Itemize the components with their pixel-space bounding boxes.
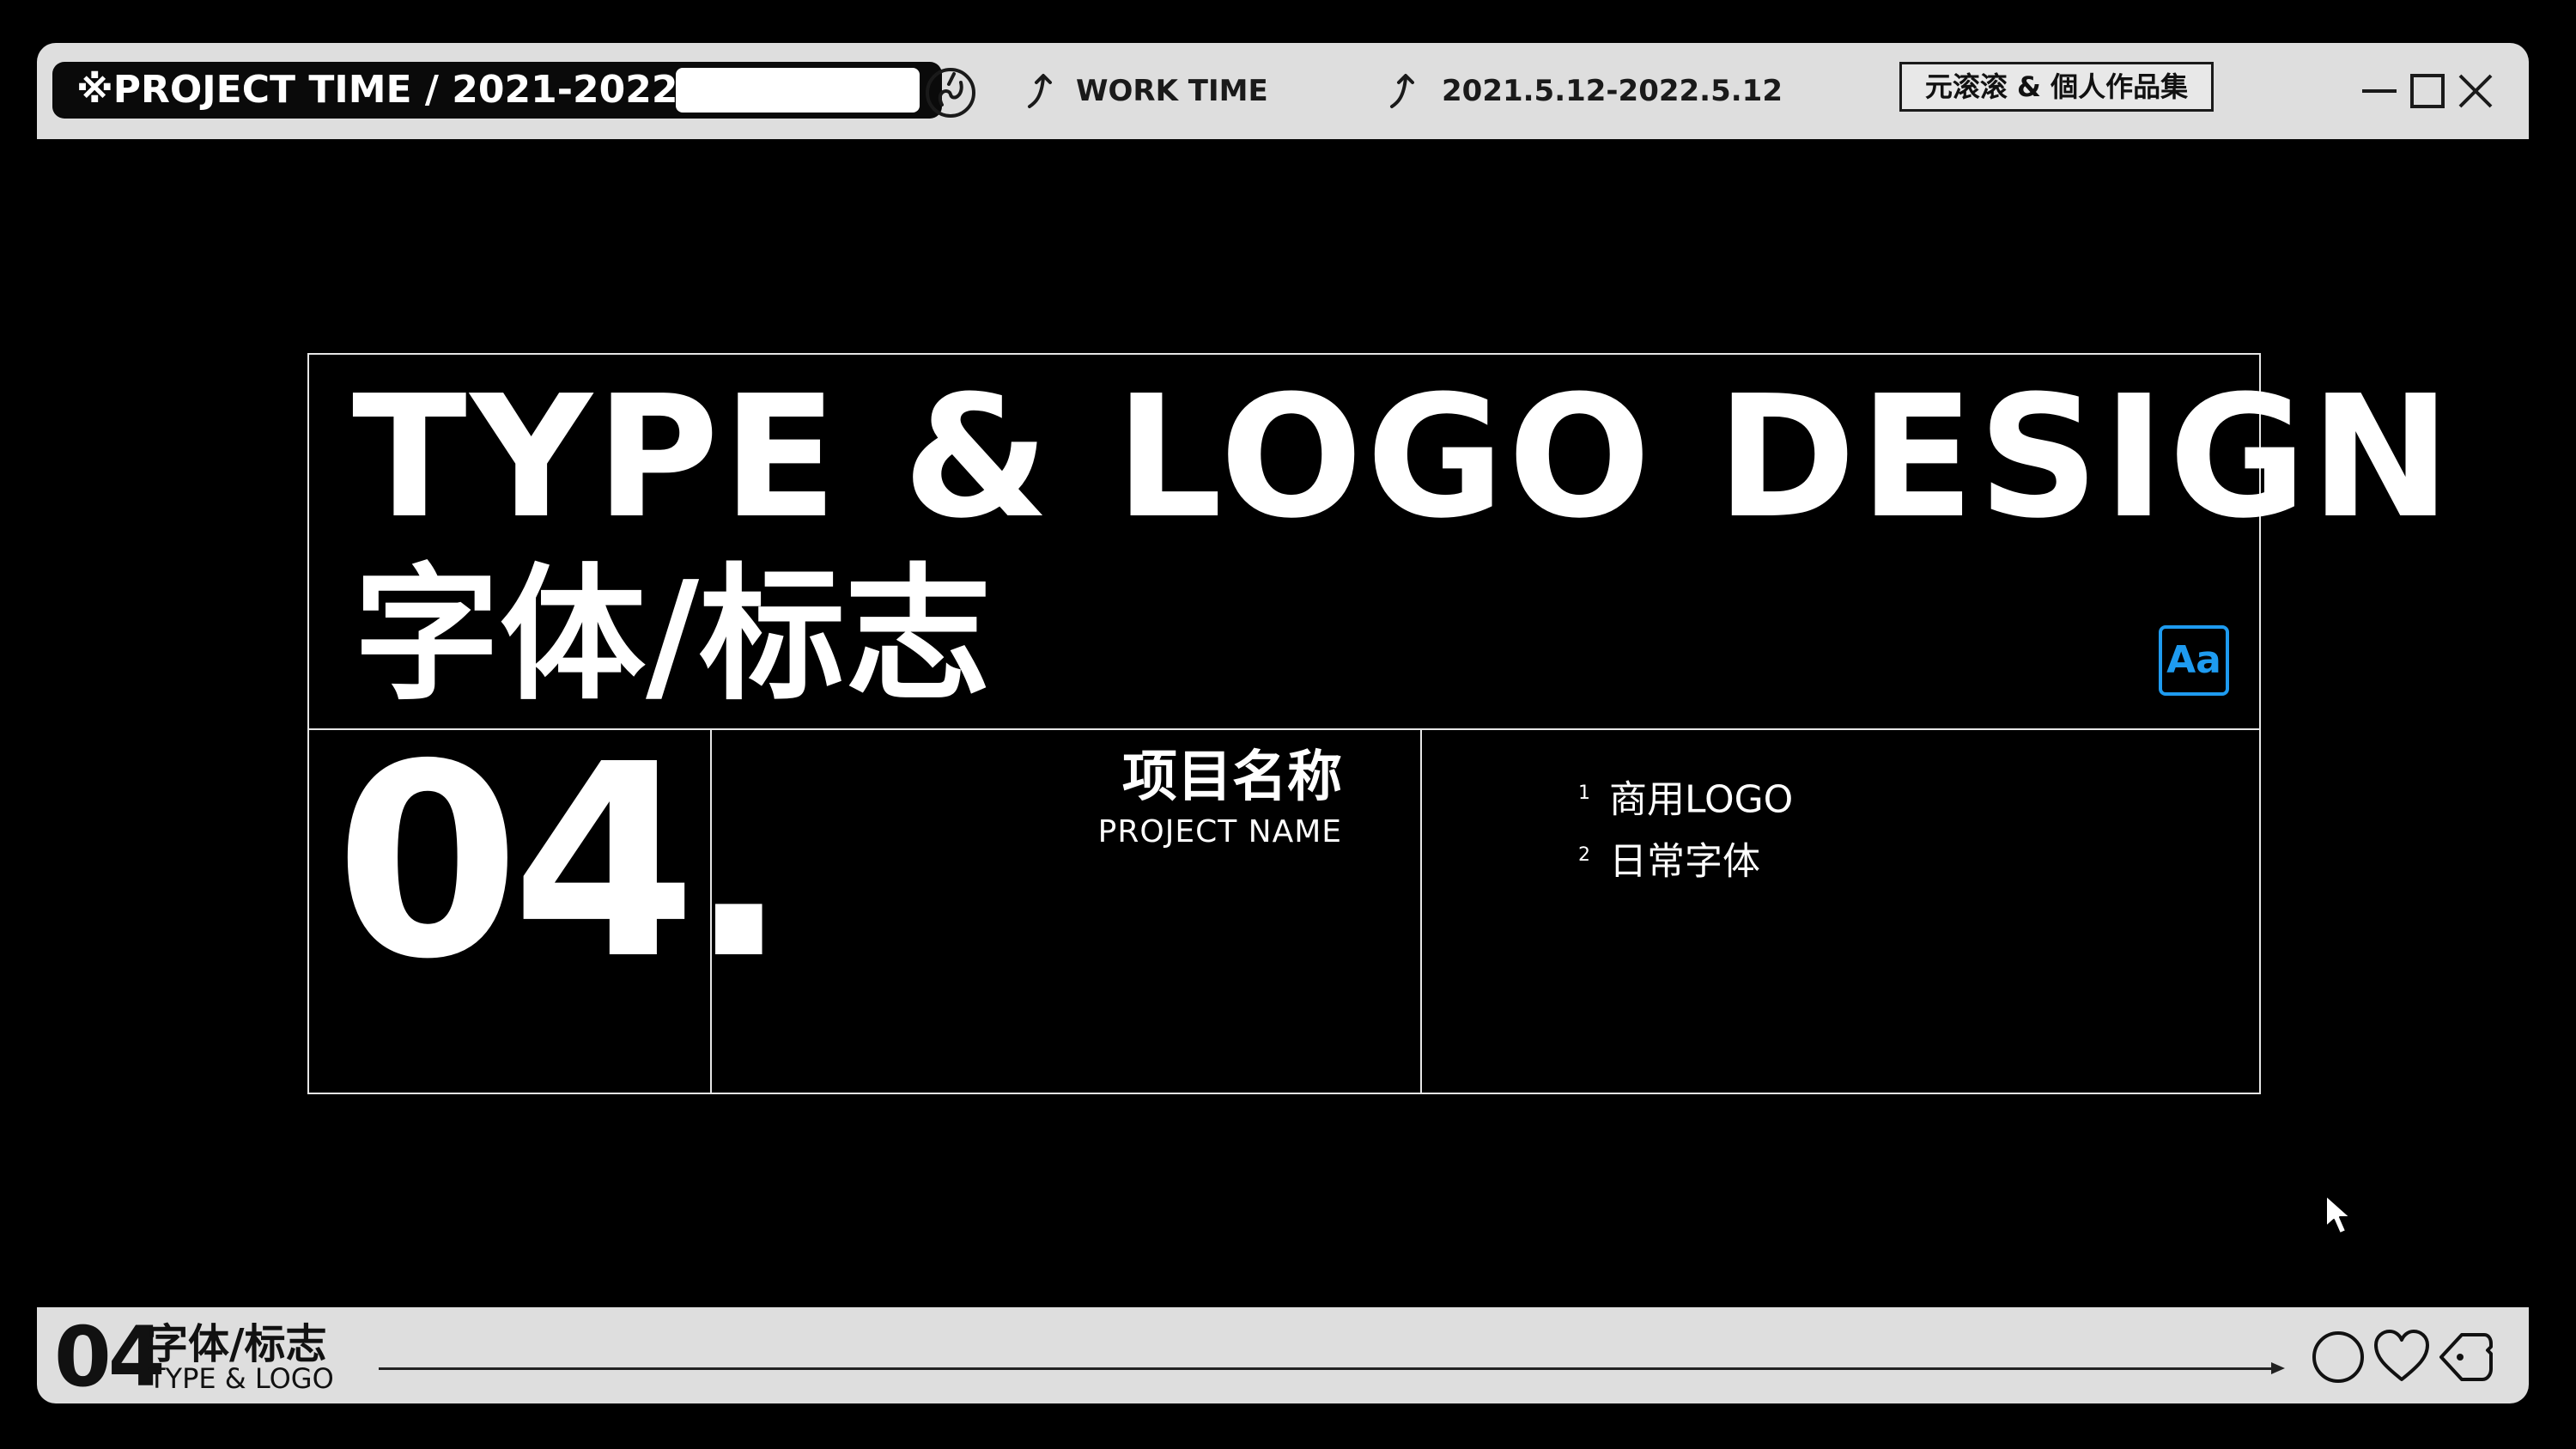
tag-icon[interactable] xyxy=(2436,1328,2494,1386)
heart-icon[interactable] xyxy=(2372,1328,2431,1386)
page: ※PROJECT TIME / 2021-2022 WORK TIME 2021… xyxy=(0,0,2576,1449)
list-item-number: 1 xyxy=(1578,782,1590,804)
project-name: 项目名称 PROJECT NAME xyxy=(1098,741,1342,851)
main-card: TYPE & LOGO DESIGN 字体/标志 Aa 04. 项目名称 PRO… xyxy=(307,353,2451,1094)
maximize-icon[interactable] xyxy=(2407,70,2448,112)
date-arrow-icon xyxy=(1390,74,1414,108)
font-aa-icon[interactable]: Aa xyxy=(2159,625,2229,696)
project-input-field[interactable] xyxy=(676,68,920,113)
circle-icon[interactable] xyxy=(2309,1328,2367,1386)
card-divider-vertical-2 xyxy=(1420,730,1422,1094)
title-english: TYPE & LOGO DESIGN xyxy=(352,360,2455,556)
close-icon[interactable] xyxy=(2455,70,2496,112)
cursor-icon xyxy=(2325,1195,2351,1234)
project-name-chinese: 项目名称 xyxy=(1122,746,1342,809)
section-number: 04. xyxy=(335,708,789,1018)
date-range: 2021.5.12-2022.5.12 xyxy=(1442,74,1783,108)
list-item: 1 商用LOGO xyxy=(1578,763,1793,825)
work-time-label: WORK TIME xyxy=(1076,74,1268,108)
progress-arrow-icon xyxy=(2271,1362,2285,1374)
bottom-title-english: TYPE & LOGO xyxy=(149,1362,334,1395)
title-chinese: 字体/标志 xyxy=(354,551,992,721)
list-item-label: 日常字体 xyxy=(1609,839,1760,884)
portfolio-badge[interactable]: 元滚滚 & 個人作品集 xyxy=(1899,62,2214,112)
project-name-english: PROJECT NAME xyxy=(1097,814,1342,849)
project-time-label: ※PROJECT TIME / 2021-2022 xyxy=(76,68,678,112)
swirl-icon[interactable] xyxy=(923,65,978,120)
minimize-icon[interactable] xyxy=(2359,70,2400,112)
bottom-bar: 04 字体/标志 TYPE & LOGO xyxy=(37,1307,2529,1405)
bottom-title-chinese: 字体/标志 xyxy=(147,1320,327,1368)
list-item-number: 2 xyxy=(1578,844,1590,866)
project-time-pill: ※PROJECT TIME / 2021-2022 xyxy=(52,62,942,119)
progress-line xyxy=(379,1367,2276,1370)
top-bar: ※PROJECT TIME / 2021-2022 WORK TIME 2021… xyxy=(37,43,2529,139)
bottom-section-number: 04 xyxy=(54,1309,166,1405)
work-time-arrow-icon xyxy=(1028,74,1052,108)
project-list: 1 商用LOGO 2 日常字体 xyxy=(1578,763,1793,886)
list-item: 2 日常字体 xyxy=(1578,825,1793,886)
list-item-label: 商用LOGO xyxy=(1609,777,1794,822)
